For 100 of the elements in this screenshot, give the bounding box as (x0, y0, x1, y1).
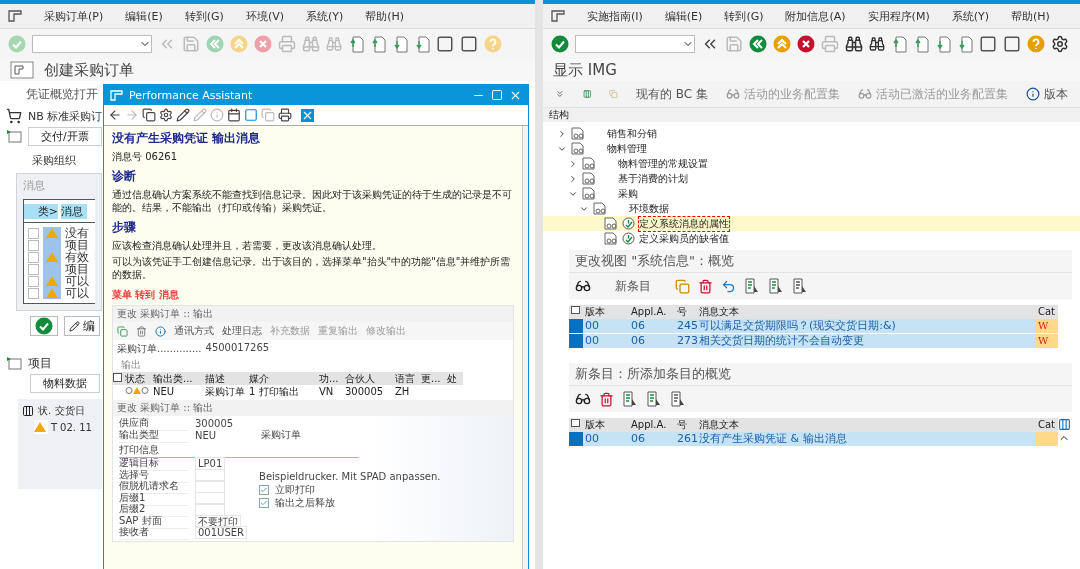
document-icon[interactable] (142, 108, 156, 122)
column-header[interactable]: 版本 (583, 305, 629, 319)
enter-button[interactable] (551, 35, 569, 53)
calendar-icon[interactable] (227, 108, 241, 122)
row-selector[interactable] (569, 334, 583, 349)
menu-icon[interactable] (8, 10, 22, 22)
tree-item[interactable]: 物料管理的常规设置 (618, 156, 708, 171)
expand-icon[interactable] (6, 356, 22, 370)
expand-icon[interactable] (6, 129, 22, 143)
menu-item[interactable]: 附加信息(A) (785, 8, 846, 24)
column-header[interactable]: 消息文本 (697, 418, 1036, 432)
tools-icon[interactable] (159, 108, 173, 122)
row-checkbox[interactable] (28, 227, 39, 239)
scrollbar[interactable] (522, 126, 528, 569)
layout-button[interactable] (569, 305, 583, 319)
exit-button[interactable] (773, 35, 791, 53)
cancel-button[interactable] (797, 35, 815, 53)
row-checkbox[interactable] (28, 263, 39, 275)
menu-item[interactable]: 帮助(H) (365, 8, 405, 24)
previous-page-icon[interactable] (370, 35, 386, 53)
activity-icon[interactable] (622, 217, 635, 230)
tree-item[interactable]: 定义采购员的缺省值 (639, 231, 729, 246)
select-all-icon[interactable] (744, 278, 760, 294)
menu-item[interactable]: 编辑(E) (125, 8, 163, 24)
menu-item[interactable]: 帮助(H) (1011, 8, 1050, 24)
previous-page-icon[interactable] (913, 35, 929, 53)
column-header[interactable]: Appl.A. (629, 305, 675, 319)
confirm-button[interactable] (30, 316, 58, 336)
header-tab[interactable]: 交付/开票 (28, 126, 102, 146)
menu-item[interactable]: 系统(Y) (951, 8, 989, 24)
column-header[interactable]: 号 (675, 305, 697, 319)
display-icon[interactable] (575, 278, 591, 294)
first-page-icon[interactable] (891, 35, 907, 53)
tree-item[interactable]: 基于消费的计划 (618, 171, 688, 186)
column-header[interactable]: Cat (1036, 305, 1058, 319)
row-selector[interactable] (569, 319, 583, 334)
new-entries-button[interactable]: 新条目 (615, 277, 651, 295)
tree-item[interactable]: 物料管理 (607, 141, 647, 156)
tree-item[interactable]: 定义系统消息的属性 (639, 216, 729, 231)
maximize-icon[interactable] (491, 89, 503, 101)
column-header[interactable]: 类> (24, 203, 58, 219)
delete-icon[interactable] (599, 391, 614, 407)
column-header[interactable]: 交货日 (55, 404, 86, 418)
undo-icon[interactable] (721, 278, 736, 294)
last-page-icon[interactable] (957, 35, 973, 53)
tree-item[interactable]: 采购 (618, 186, 638, 201)
document-type-field[interactable]: NB 标准采购订 (28, 108, 103, 124)
activity-icon[interactable] (622, 232, 635, 245)
layout-button[interactable] (569, 418, 583, 432)
toolbar-button[interactable]: 现有的 BC 集 (635, 85, 708, 103)
row-checkbox[interactable] (28, 275, 39, 287)
expand-icon[interactable] (568, 173, 578, 184)
command-field[interactable] (575, 35, 695, 53)
tree-item[interactable]: 环境数据 (629, 201, 669, 216)
column-header[interactable]: Appl.A. (629, 418, 675, 432)
help-button[interactable] (1027, 35, 1045, 53)
find-icon[interactable] (845, 35, 863, 53)
menu-item[interactable]: 采购订单(P) (44, 8, 104, 24)
delete-icon[interactable] (698, 278, 713, 294)
menu-item[interactable]: 系统(Y) (306, 8, 344, 24)
row-checkbox[interactable] (28, 287, 39, 299)
print-icon[interactable] (278, 108, 292, 122)
menu-item[interactable]: 转到(G) (724, 8, 764, 24)
last-page-icon[interactable] (414, 35, 430, 53)
select-block-icon[interactable] (768, 278, 784, 294)
column-header[interactable]: 消息文本 (697, 305, 1036, 319)
row-checkbox[interactable] (28, 251, 39, 263)
menu-item[interactable]: 转到(G) (184, 8, 224, 24)
deselect-all-icon[interactable] (670, 391, 686, 407)
column-header[interactable]: 消息 (61, 203, 87, 219)
menu-item[interactable]: 编辑(E) (664, 8, 703, 24)
next-page-icon[interactable] (392, 35, 408, 53)
command-field[interactable] (32, 35, 152, 53)
toolbar-button[interactable]: 版本 (1026, 85, 1068, 103)
menu-item[interactable]: 实施指南(I) (587, 8, 643, 24)
layout-icon[interactable] (22, 405, 34, 417)
deselect-all-icon[interactable] (792, 278, 808, 294)
layout-icon[interactable] (571, 305, 581, 315)
columns-icon[interactable] (1058, 418, 1071, 431)
close-icon[interactable] (301, 108, 314, 122)
edit-button[interactable]: 编 (64, 316, 100, 336)
row-checkbox[interactable] (28, 239, 39, 251)
select-block-icon[interactable] (646, 391, 662, 407)
column-header[interactable]: Cat (1036, 418, 1058, 432)
expand-icon[interactable] (568, 158, 578, 169)
select-all-icon[interactable] (622, 391, 638, 407)
menu-item[interactable]: 实用程序(M) (867, 8, 930, 24)
check-icon[interactable] (35, 317, 53, 335)
column-header[interactable]: 状. (38, 404, 52, 418)
back-button[interactable] (749, 35, 767, 53)
layout-icon[interactable] (571, 418, 581, 428)
copy-icon[interactable] (675, 278, 690, 294)
back-icon[interactable] (108, 108, 122, 122)
expand-icon[interactable] (557, 128, 567, 139)
menu-icon[interactable] (551, 10, 565, 22)
first-page-icon[interactable] (348, 35, 364, 53)
toolbar-button[interactable]: 凭证概览打开 (26, 85, 98, 103)
find-next-icon[interactable] (869, 36, 885, 52)
column-header[interactable]: 号 (675, 418, 697, 432)
tree-item[interactable]: 销售和分销 (607, 126, 657, 141)
